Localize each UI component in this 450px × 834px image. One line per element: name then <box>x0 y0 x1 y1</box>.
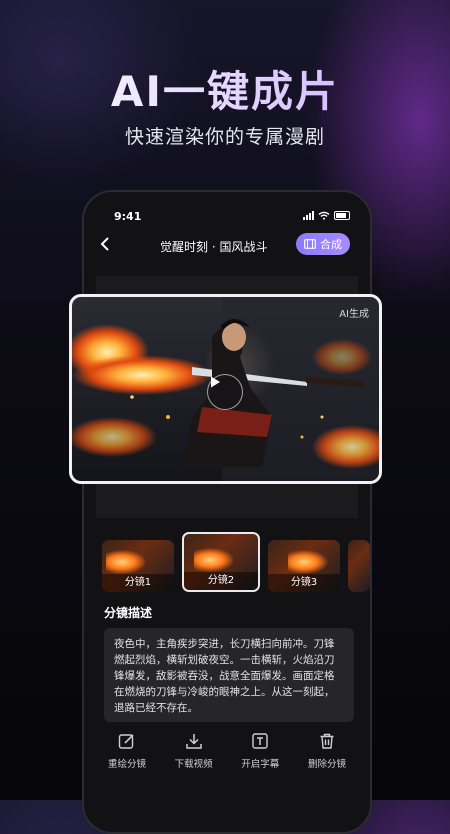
subtitle-icon <box>252 733 269 749</box>
redraw-button[interactable]: 重绘分镜 <box>94 732 160 770</box>
film-icon <box>304 239 316 249</box>
flame-art <box>288 550 328 574</box>
thumb-label: 分镜1 <box>102 574 174 592</box>
action-bar: 重绘分镜 下载视频 开启字幕 删除分镜 <box>94 732 360 770</box>
subtitle-button[interactable]: 开启字幕 <box>227 732 293 770</box>
play-button[interactable] <box>207 374 243 410</box>
action-label: 下载视频 <box>174 759 213 770</box>
phone-mockup: 9:41 觉醒时刻 · 国风战斗 合成 分镜1 分镜2 分镜3 分镜描述 夜色中… <box>82 190 372 834</box>
storyboard-thumb[interactable]: 分镜3 <box>268 540 340 592</box>
merge-button[interactable]: 合成 <box>296 233 350 255</box>
status-icons <box>303 211 350 220</box>
download-button[interactable]: 下载视频 <box>161 732 227 770</box>
action-label: 删除分镜 <box>307 759 346 770</box>
thumb-label: 分镜3 <box>268 574 340 592</box>
battery-icon <box>334 211 350 220</box>
promo-headline: AI一键成片 <box>0 58 450 119</box>
status-time: 9:41 <box>114 210 142 223</box>
action-label: 重绘分镜 <box>107 759 146 770</box>
description-box[interactable]: 夜色中，主角疾步突进，长刀横扫向前冲。刀锋燃起烈焰，横斩划破夜空。一击横斩，火焰… <box>104 628 354 722</box>
page-title: 觉醒时刻 · 国风战斗 <box>160 240 268 254</box>
trash-icon <box>320 733 334 749</box>
description-title: 分镜描述 <box>104 606 153 620</box>
signal-icon <box>303 211 314 220</box>
storyboard-thumb-partial[interactable] <box>348 540 370 592</box>
download-icon <box>185 734 202 749</box>
storyboard-thumb[interactable]: 分镜1 <box>102 540 174 592</box>
merge-label: 合成 <box>320 238 342 251</box>
storyboard-strip: 分镜1 分镜2 分镜3 <box>102 532 370 592</box>
play-icon <box>211 376 220 388</box>
delete-button[interactable]: 删除分镜 <box>294 732 360 770</box>
action-label: 开启字幕 <box>241 759 280 770</box>
promo-subhead: 快速渲染你的专属漫剧 <box>124 126 325 148</box>
hero-video-frame[interactable]: AI生成 <box>69 294 382 484</box>
ai-generated-tag: AI生成 <box>339 309 369 320</box>
back-button[interactable] <box>100 235 110 256</box>
wifi-icon <box>318 211 330 220</box>
chevron-left-icon <box>100 237 109 251</box>
flame-art <box>106 550 146 574</box>
thumb-label: 分镜2 <box>184 572 258 590</box>
storyboard-thumb-selected[interactable]: 分镜2 <box>182 532 260 592</box>
flame-art <box>194 548 234 572</box>
edit-icon <box>118 734 134 749</box>
